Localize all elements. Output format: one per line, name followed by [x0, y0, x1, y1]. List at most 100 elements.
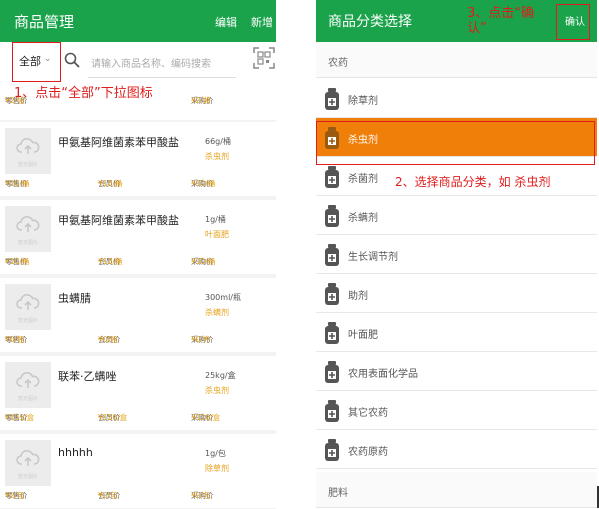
product-name: 虫螨腈	[58, 292, 91, 305]
product-thumbnail: 暂无图片	[5, 128, 51, 174]
category-item[interactable]: 叶面肥	[316, 313, 597, 352]
category-label: 助剂	[348, 291, 368, 302]
bottle-icon	[325, 361, 339, 383]
member-price: ¥150/盒	[98, 413, 128, 422]
category-item[interactable]: 农药原药	[316, 430, 597, 469]
thumbnail-watermark: 暂无图片	[17, 396, 38, 402]
section-label: 农药	[328, 58, 348, 69]
product-category: 除草剂	[205, 464, 229, 473]
category-label: 农用表面化学品	[348, 369, 418, 380]
category-item[interactable]: 生长调节剂	[316, 235, 597, 274]
member-price: ¥10/桶	[98, 179, 123, 188]
purchase-price: ¥2/包	[191, 491, 211, 500]
add-button[interactable]: 新增	[251, 14, 273, 30]
product-list-item[interactable]: 暂无图片 虫螨腈 300ml/瓶 杀螨剂零售价 ¥0/瓶 会员价 ¥0/瓶 采购价 ¥0/…	[0, 278, 276, 352]
price-row: 零售价 ¥10/桶 会员价 ¥10/桶 采购价 ¥10/桶	[0, 178, 276, 192]
annotation-box-filter	[12, 42, 61, 82]
purchase-price: ¥10/桶	[191, 257, 216, 266]
bottle-icon	[325, 166, 339, 188]
price-row: 零售价 ¥10/桶 会员价 ¥10/桶 采购价 ¥10/桶	[0, 256, 276, 270]
section-label: 肥料	[328, 488, 348, 499]
category-label: 叶面肥	[348, 330, 378, 341]
annotation-step2: 2、选择商品分类，如 杀虫剂	[395, 175, 551, 189]
member-price: ¥10/桶	[98, 257, 123, 266]
product-spec: 25kg/盒	[205, 371, 236, 380]
scan-icon[interactable]	[252, 46, 276, 70]
retail-price: ¥155/盒	[5, 413, 35, 422]
bottle-icon	[325, 283, 339, 305]
cloud-upload-icon	[16, 216, 40, 232]
product-category: 杀螨剂	[205, 308, 229, 317]
edit-button[interactable]: 编辑	[215, 14, 237, 30]
annotation-box-selected	[316, 121, 595, 165]
purchase-price: ¥10/桶	[191, 179, 216, 188]
thumbnail-watermark: 暂无图片	[17, 240, 38, 246]
search-icon[interactable]	[64, 52, 80, 68]
product-name: 甲氨基阿维菌素苯甲酸盐	[58, 214, 179, 227]
product-name: 联苯·乙螨唑	[58, 370, 117, 383]
purchase-price: ¥0/件	[191, 335, 211, 344]
category-item[interactable]: 除草剂	[316, 79, 597, 118]
category-item[interactable]: 其它农药	[316, 391, 597, 430]
bottle-icon	[325, 439, 339, 461]
price-row: 零售价 ¥2/包 会员价 ¥2/包 采购价 ¥2/包	[0, 490, 276, 504]
category-label: 农药原药	[348, 447, 388, 458]
cloud-upload-icon	[16, 294, 40, 310]
category-item[interactable]: 农用表面化学品	[316, 352, 597, 391]
category-item[interactable]: 杀螨剂	[316, 196, 597, 235]
product-thumbnail: 暂无图片	[5, 206, 51, 252]
product-thumbnail: 暂无图片	[5, 284, 51, 330]
product-list-item[interactable]: 暂无图片 hhhhh 1g/包除草剂零售价 ¥2/包 会员价 ¥2/包 采购价 ¥2/包	[0, 434, 276, 508]
price-row: 零售价 ¥0/瓶 会员价 ¥0/瓶 采购价 ¥0/件	[0, 334, 276, 348]
product-category: 杀虫剂	[205, 152, 229, 161]
bottle-icon	[325, 322, 339, 344]
product-thumbnail: 暂无图片	[5, 362, 51, 408]
cloud-upload-icon	[16, 138, 40, 154]
retail-price: ¥10/桶	[5, 179, 30, 188]
bottle-icon	[325, 400, 339, 422]
header-bar: 商品分类选择 确认	[316, 0, 597, 42]
category-label: 生长调节剂	[348, 252, 398, 263]
category-label: 杀菌剂	[348, 174, 378, 185]
purchase-price: ¥2/袋	[191, 96, 211, 105]
header-bar: 商品管理 编辑 新增	[0, 0, 276, 42]
product-category: 杀虫剂	[205, 386, 229, 395]
product-name: hhhhh	[58, 446, 93, 459]
category-label: 杀螨剂	[348, 213, 378, 224]
page-title: 商品分类选择	[328, 14, 412, 30]
product-list-item[interactable]: 暂无图片 甲氨基阿维菌素苯甲酸盐 1g/桶叶面肥零售价 ¥10/桶 会员价 ¥10/桶…	[0, 200, 276, 274]
product-name: 甲氨基阿维菌素苯甲酸盐	[58, 136, 179, 149]
annotation-step3: 3、点击“确认”	[467, 6, 535, 36]
bottle-icon	[325, 205, 339, 227]
product-thumbnail: 暂无图片	[5, 440, 51, 486]
bottle-icon	[325, 88, 339, 110]
annotation-step1: 1、点击“全部”下拉图标	[14, 86, 153, 101]
thumbnail-watermark: 暂无图片	[17, 318, 38, 324]
section-header-fertilizer: 肥料	[316, 472, 597, 508]
member-price: ¥2/包	[98, 491, 118, 500]
annotation-box-confirm	[556, 4, 590, 40]
product-spec: 1g/包	[205, 449, 226, 458]
search-underline	[88, 77, 236, 78]
cloud-upload-icon	[16, 372, 40, 388]
page-title: 商品管理	[14, 13, 75, 31]
price-row: 零售价 ¥155/盒 会员价 ¥150/盒 采购价 ¥120/盒	[0, 412, 276, 426]
product-category: 叶面肥	[205, 230, 229, 239]
thumbnail-watermark: 暂无图片	[17, 474, 38, 480]
category-item[interactable]: 助剂	[316, 274, 597, 313]
retail-price: ¥2/包	[5, 491, 25, 500]
search-input[interactable]: 请输入商品名称、编码搜索	[91, 55, 211, 70]
product-spec: 300ml/瓶	[205, 293, 241, 302]
thumbnail-watermark: 暂无图片	[17, 162, 38, 168]
category-label: 其它农药	[348, 408, 388, 419]
product-list-item[interactable]: 暂无图片 甲氨基阿维菌素苯甲酸盐 66g/桶杀虫剂零售价 ¥10/桶 会员价 ¥10/…	[0, 122, 276, 196]
section-header-pesticide: 农药	[316, 42, 597, 78]
product-spec: 66g/桶	[205, 137, 231, 146]
category-selection-screen: 商品分类选择 确认 农药 除草剂 杀虫剂 杀菌剂 杀螨剂 生长调节剂 助剂 叶面肥 农用表面化…	[316, 0, 597, 509]
category-label: 除草剂	[348, 96, 378, 107]
cloud-upload-icon	[16, 450, 40, 466]
product-spec: 1g/桶	[205, 215, 226, 224]
product-list-item[interactable]: 暂无图片 联苯·乙螨唑 25kg/盒 杀虫剂零售价 ¥155/盒 会员价 ¥150/盒采…	[0, 356, 276, 430]
retail-price: ¥10/桶	[5, 257, 30, 266]
bottle-icon	[325, 244, 339, 266]
